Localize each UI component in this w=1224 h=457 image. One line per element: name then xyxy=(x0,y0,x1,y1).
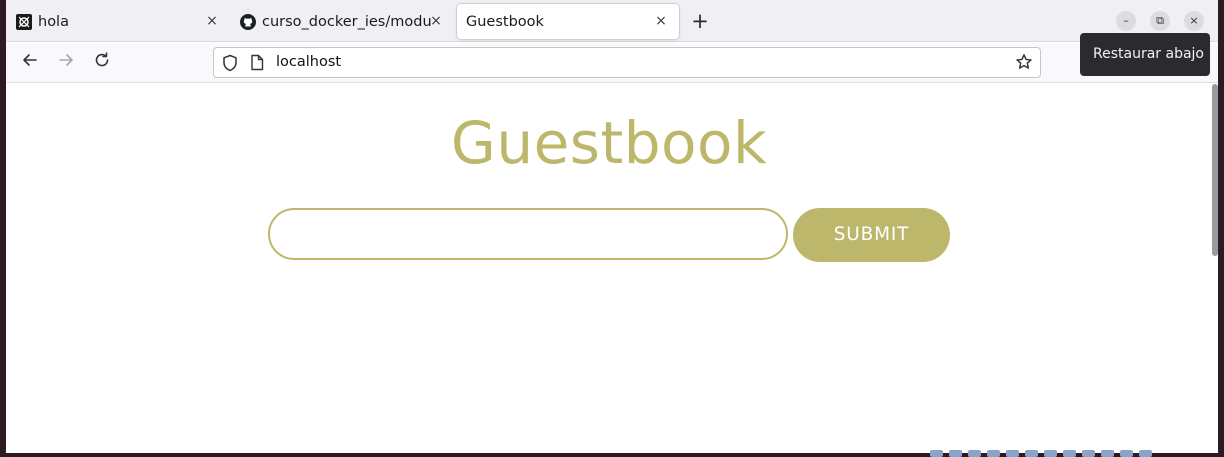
tray-icon[interactable] xyxy=(1006,450,1019,457)
tab-close-icon[interactable]: × xyxy=(204,12,220,30)
page-icon[interactable] xyxy=(250,54,264,71)
github-icon xyxy=(240,13,256,30)
tab-guestbook[interactable]: Guestbook × xyxy=(457,4,679,39)
tab-label: Guestbook xyxy=(466,13,544,30)
shield-icon[interactable] xyxy=(222,54,238,72)
taskbar-tray xyxy=(930,450,1184,457)
tab-curso-docker[interactable]: curso_docker_ies/modulo × xyxy=(232,4,454,39)
forward-button[interactable] xyxy=(54,51,78,75)
tooltip: Restaurar abajo xyxy=(1080,33,1210,76)
address-bar[interactable]: localhost xyxy=(213,47,1041,78)
tab-close-icon[interactable]: × xyxy=(428,12,444,30)
navigation-bar: localhost xyxy=(6,43,1218,83)
scrollbar[interactable] xyxy=(1212,84,1218,256)
tab-label: curso_docker_ies/modulo xyxy=(262,13,432,30)
page-content: Guestbook SUBMIT xyxy=(6,84,1218,453)
tab-label: hola xyxy=(38,13,69,30)
reload-button[interactable] xyxy=(90,51,114,75)
close-window-button[interactable]: × xyxy=(1184,11,1204,31)
tray-icon[interactable] xyxy=(1082,450,1095,457)
tray-icon[interactable] xyxy=(1025,450,1038,457)
browser-window: hola × curso_docker_ies/modulo × Guestbo… xyxy=(6,0,1218,453)
tab-hola[interactable]: hola × xyxy=(8,4,230,39)
page-title: Guestbook xyxy=(450,109,768,177)
reload-icon xyxy=(95,52,109,67)
tray-icon[interactable] xyxy=(987,450,1000,457)
tray-icon[interactable] xyxy=(968,450,981,457)
tray-icon[interactable] xyxy=(1120,450,1133,457)
address-text: localhost xyxy=(276,54,342,70)
minimize-button[interactable]: – xyxy=(1116,11,1136,31)
back-button[interactable] xyxy=(18,51,42,75)
tray-icon[interactable] xyxy=(1101,450,1114,457)
new-tab-button[interactable]: + xyxy=(688,8,712,34)
bookmark-star-icon[interactable] xyxy=(1015,53,1033,71)
tray-icon[interactable] xyxy=(1139,450,1152,457)
arrow-right-icon xyxy=(59,54,73,66)
tray-icon[interactable] xyxy=(1063,450,1076,457)
tray-icon[interactable] xyxy=(1044,450,1057,457)
tab-close-icon[interactable]: × xyxy=(653,12,669,30)
guestbook-input[interactable] xyxy=(268,208,788,260)
app-icon xyxy=(16,13,32,30)
tray-icon[interactable] xyxy=(930,450,943,457)
tab-strip: hola × curso_docker_ies/modulo × Guestbo… xyxy=(6,0,1218,42)
arrow-left-icon xyxy=(23,54,37,66)
restore-button[interactable]: ⧉ xyxy=(1150,11,1170,31)
submit-button[interactable]: SUBMIT xyxy=(793,208,950,262)
tray-icon[interactable] xyxy=(949,450,962,457)
